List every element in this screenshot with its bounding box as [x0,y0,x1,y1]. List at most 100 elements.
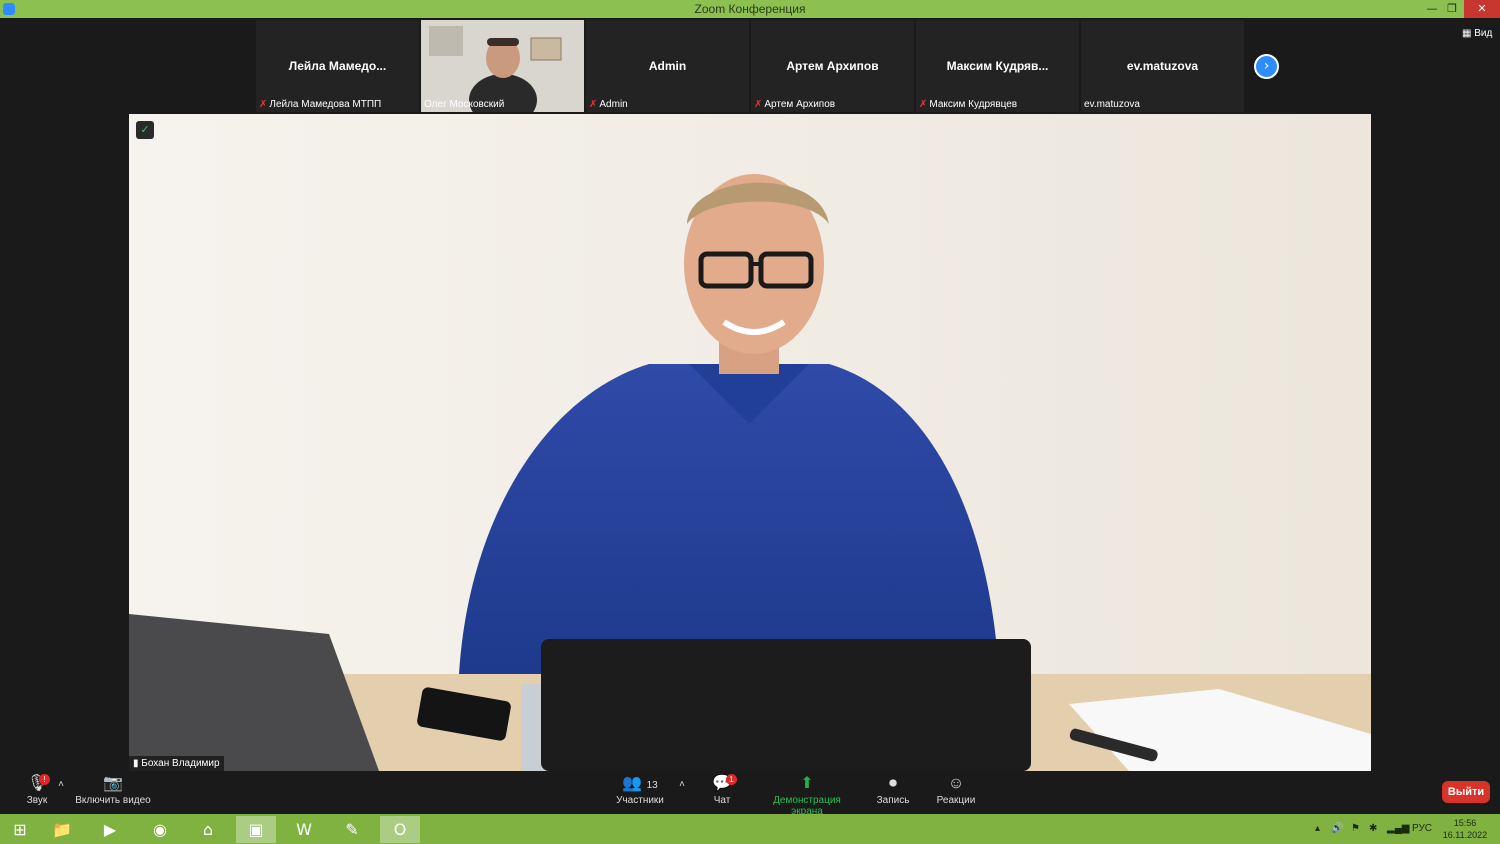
audio-label: Звук [26,795,48,806]
participant-tile[interactable]: Лейла Мамедо... ✗ Лейла Мамедова МТПП [256,20,419,112]
zoom-icon: ▣ [248,820,264,839]
speaker-video-feed [129,114,1371,771]
video-label: Включить видео [75,795,151,806]
network-icon[interactable]: ▂▄▆ [1387,823,1409,834]
encryption-shield-icon[interactable]: ✓ [136,121,154,139]
microphone-icon: 🎙! [20,773,54,795]
clock-date: 16.11.2022 [1442,830,1488,840]
chat-button[interactable]: 💬 1 Чат [706,773,738,806]
restore-button[interactable]: ❐ [1438,0,1466,18]
zoom-window: Zoom Конференция — ❐ ✕ Лейла Мамедо... ✗… [0,0,1500,844]
mic-muted-icon: ✗ [259,99,268,110]
participant-display-name: Артем Архипов [786,59,879,73]
audio-button[interactable]: 🎙! Звук [20,773,54,806]
participant-display-name: ev.matuzova [1126,59,1199,73]
title-bar: Zoom Конференция — ❐ ✕ [0,0,1500,18]
paint-icon: ✎ [345,820,359,839]
close-icon: ✕ [1477,2,1487,15]
participants-label: Участники [616,795,664,806]
word-icon: W [296,820,312,839]
clock[interactable]: 15:56 16.11.2022 [1440,817,1490,841]
chat-badge: 1 [726,774,737,785]
language-indicator[interactable]: РУС [1412,823,1432,834]
tray-overflow-icon[interactable]: ▴ [1315,823,1320,834]
participants-icon: 👥 13 [622,775,658,792]
share-screen-button[interactable]: ⬆ Демонстрация экрана [756,773,858,817]
participant-name: Admin [599,99,628,110]
participant-display-name: Максим Кудряв... [946,59,1049,73]
flag-icon[interactable]: ⚑ [1351,823,1360,834]
taskbar-explorer[interactable]: 📁 [42,816,82,843]
start-video-button[interactable]: 📷 Включить видео [72,773,154,806]
participant-display-name: Лейла Мамедо... [288,59,387,73]
active-speaker-video: ✓ ▮ Бохан Владимир [129,114,1371,771]
participants-button[interactable]: 👥 13 Участники [612,773,668,806]
audio-options-caret[interactable]: ˄ [56,779,66,790]
participant-name: Максим Кудрявцев [929,99,1018,110]
grid-icon: ▦ [1462,28,1475,39]
taskbar-word[interactable]: W [284,816,324,843]
participant-name: Лейла Мамедова МТПП [269,99,382,110]
chat-label: Чат [713,795,731,806]
minimize-icon: — [1426,2,1438,15]
taskbar-home[interactable]: ⌂ [188,816,228,843]
chevron-up-icon: ˄ [679,779,685,790]
leave-meeting-button[interactable]: Выйти [1442,781,1490,803]
windows-logo-icon: ⊞ [13,820,27,839]
record-button[interactable]: ⏺ Запись [873,773,913,806]
participant-tile[interactable]: Admin ✗ Admin [586,20,749,112]
chevron-up-icon: ˄ [58,779,64,790]
participant-name: Артем Архипов [764,99,836,110]
meeting-toolbar: 🎙! Звук ˄ 📷 Включить видео 👥 13 Участник… [0,771,1500,817]
participant-tile[interactable]: Максим Кудряв... ✗ Максим Кудрявцев [916,20,1079,112]
antivirus-icon[interactable]: ✱ [1369,823,1377,834]
participant-caption: ✗ Admin [589,99,628,110]
chat-icon: 💬 1 [706,773,738,795]
taskbar-zoom[interactable]: ▣ [236,816,276,843]
participants-options-caret[interactable]: ˄ [677,779,687,790]
participant-caption: ✗ Артем Архипов [754,99,835,110]
window-title: Zoom Конференция [694,2,806,16]
speaker-name-label: ▮ Бохан Владимир [129,756,224,771]
windows-taskbar: ⊞ 📁 ▶ ◉ ⌂ ▣ W ✎ O ▴ 🔊 ⚑ ✱ ▂▄▆ РУС 15:56 … [0,814,1500,844]
mic-muted-icon: ✗ [589,99,598,110]
home-icon: ⌂ [202,820,214,839]
chevron-right-icon: › [1263,58,1270,74]
participant-caption: ✗ Лейла Мамедова МТПП [259,99,381,110]
participant-tile[interactable]: ev.matuzova ev.matuzova [1081,20,1244,112]
mic-muted-icon: ✗ [919,99,928,110]
taskbar-chrome[interactable]: ◉ [140,816,180,843]
clock-time: 15:56 [1453,818,1477,828]
participants-count: 13 [646,780,658,791]
participant-tile-video[interactable]: Олег Московский [421,20,584,112]
media-player-icon: ▶ [103,820,117,839]
participant-caption: Олег Московский [424,99,504,110]
participant-caption: ev.matuzova [1084,99,1140,110]
participant-caption: ✗ Максим Кудрявцев [919,99,1017,110]
outlook-icon: O [393,820,407,839]
participant-tile[interactable]: Артем Архипов ✗ Артем Архипов [751,20,914,112]
chrome-icon: ◉ [153,820,167,839]
audio-warning-badge: ! [39,774,50,785]
view-label: Вид [1474,28,1493,39]
share-screen-icon: ⬆ [800,775,814,792]
participants-strip: Лейла Мамедо... ✗ Лейла Мамедова МТПП Оле… [0,18,1500,114]
mic-muted-icon: ✗ [754,99,763,110]
reactions-button[interactable]: ☺ Реакции [934,773,978,806]
smiley-icon: ☺ [947,775,965,792]
video-off-icon: 📷 [103,775,123,792]
folder-icon: 📁 [52,820,72,839]
start-button[interactable]: ⊞ [0,816,40,843]
taskbar-paint[interactable]: ✎ [332,816,372,843]
view-button[interactable]: ▦ Вид [1462,28,1492,39]
volume-icon[interactable]: 🔊 [1331,823,1343,834]
participant-display-name: Admin [648,59,687,73]
close-button[interactable]: ✕ [1464,0,1500,18]
speaker-name: Бохан Владимир [141,758,220,769]
reactions-label: Реакции [936,795,976,806]
record-label: Запись [876,795,910,806]
taskbar-media[interactable]: ▶ [90,816,130,843]
taskbar-outlook[interactable]: O [380,816,420,843]
participant-name: ev.matuzova [1084,99,1140,110]
next-page-button[interactable]: › [1254,54,1279,79]
